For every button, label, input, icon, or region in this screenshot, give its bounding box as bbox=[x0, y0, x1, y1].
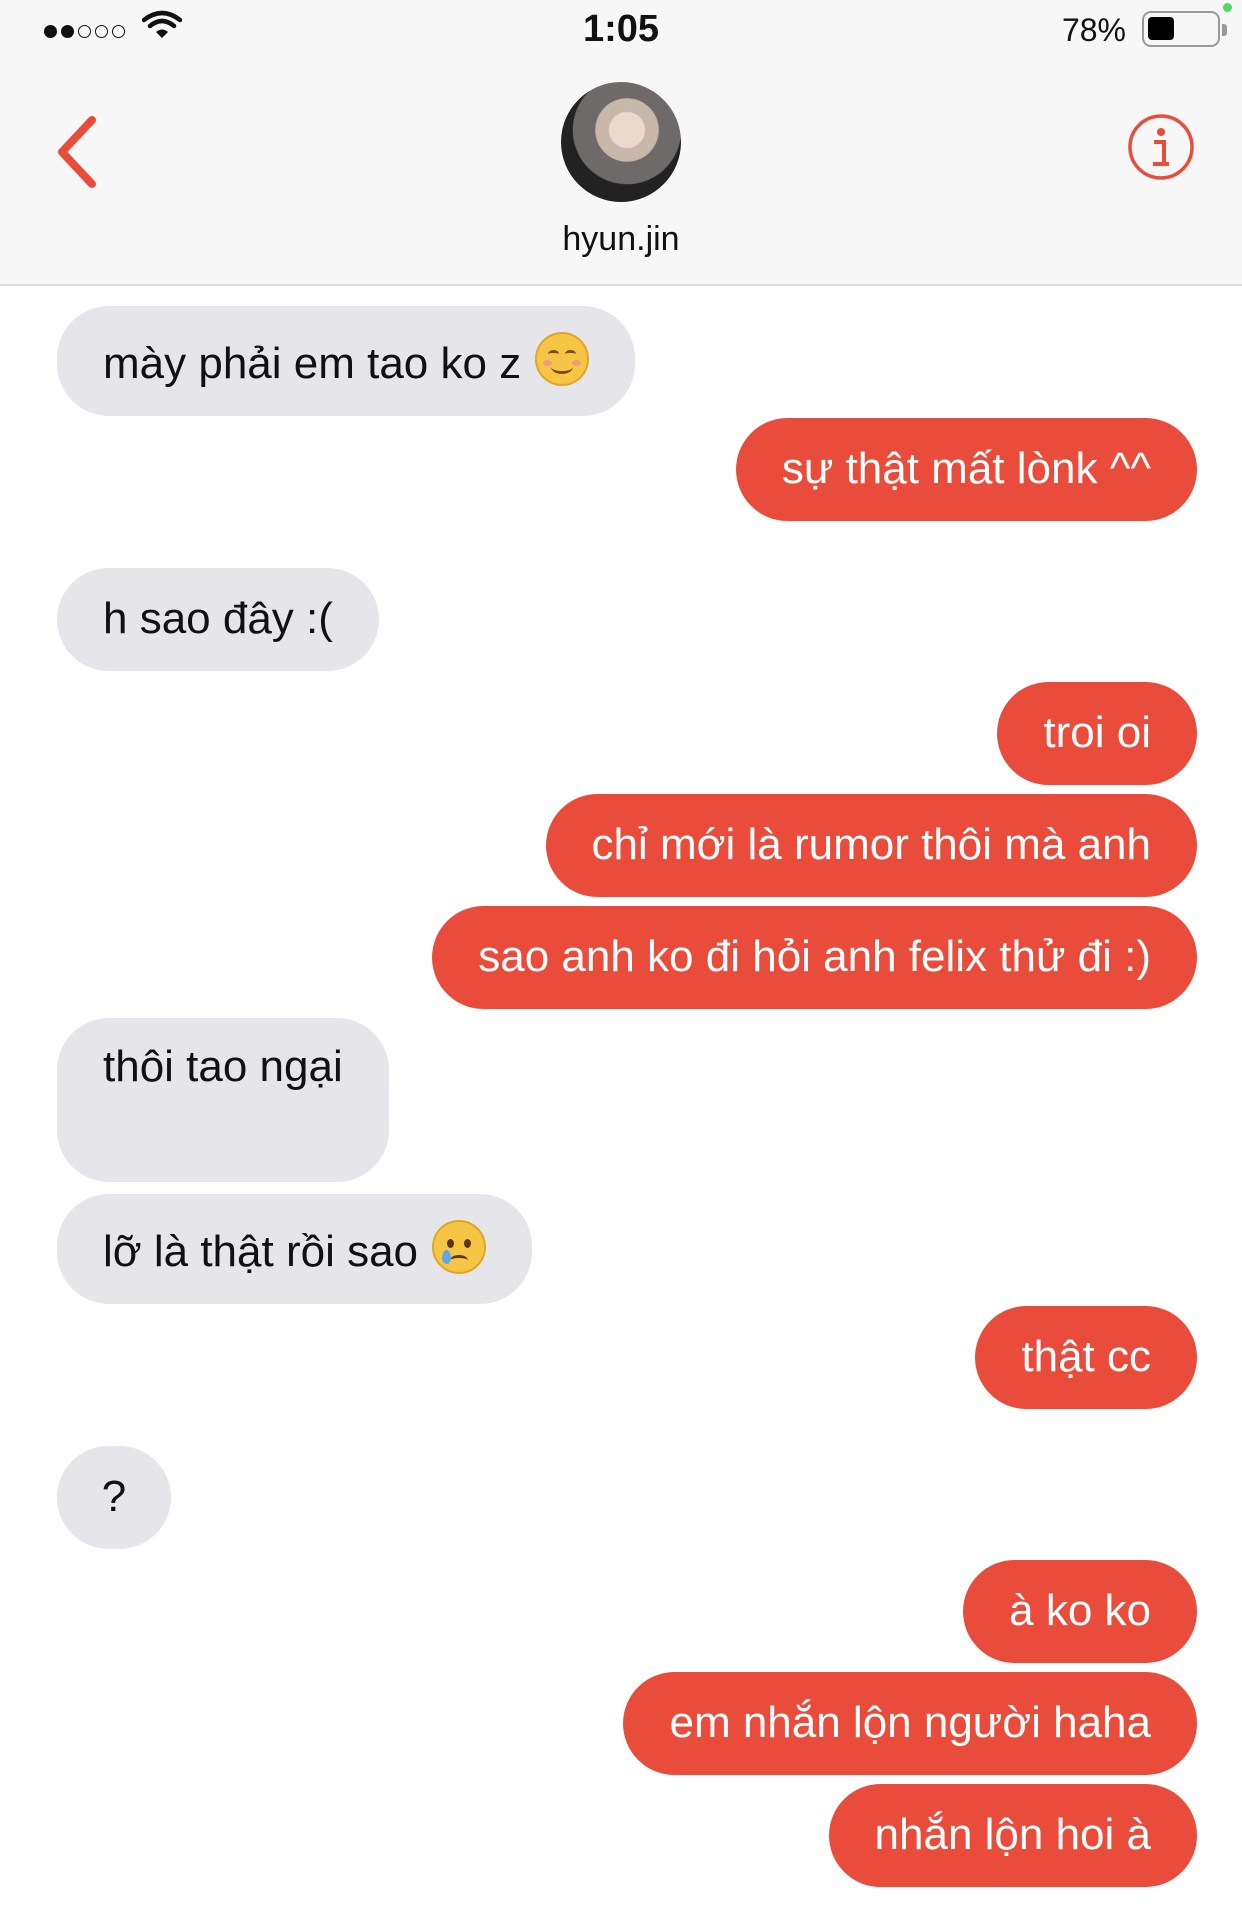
message-list[interactable]: mày phải em tao ko z sự thật mất lònk ^^… bbox=[0, 286, 1242, 1910]
message-text: ? bbox=[101, 1472, 127, 1521]
message-bubble-outgoing[interactable]: em nhắn lộn người haha bbox=[623, 1672, 1197, 1775]
message-bubble-incoming[interactable]: h sao đây :( bbox=[57, 568, 379, 671]
conversation-header: hyun.jin bbox=[0, 60, 1242, 286]
message-text: em nhắn lộn người haha bbox=[669, 1698, 1151, 1747]
message-text: sao anh ko đi hỏi anh felix thử đi :) bbox=[478, 932, 1151, 981]
message-bubble-outgoing[interactable]: troi oi bbox=[997, 682, 1197, 785]
message-bubble-outgoing[interactable]: chỉ mới là rumor thôi mà anh bbox=[545, 794, 1197, 897]
avatar[interactable] bbox=[561, 82, 681, 202]
message-bubble-incoming[interactable]: ? bbox=[57, 1446, 171, 1549]
message-text: thật cc bbox=[1021, 1332, 1151, 1381]
crying-face-icon bbox=[432, 1220, 487, 1274]
message-bubble-incoming[interactable]: lỡ là thật rồi sao bbox=[57, 1194, 533, 1304]
message-text: sự thật mất lònk ^^ bbox=[781, 444, 1151, 493]
smiling-face-icon bbox=[535, 332, 590, 386]
message-bubble-outgoing[interactable]: nhắn lộn hoi à bbox=[828, 1784, 1197, 1887]
chevron-left-icon[interactable] bbox=[48, 112, 108, 192]
message-bubble-incoming[interactable]: thôi tao ngại bbox=[57, 1018, 389, 1182]
message-text: chỉ mới là rumor thôi mà anh bbox=[591, 820, 1152, 869]
message-text: thôi tao ngại bbox=[103, 1042, 343, 1091]
contact-name[interactable]: hyun.jin bbox=[0, 220, 1242, 259]
message-bubble-outgoing[interactable]: thật cc bbox=[975, 1306, 1197, 1409]
charging-indicator bbox=[1223, 3, 1232, 12]
status-bar: 1:05 78% bbox=[0, 0, 1242, 60]
message-bubble-outgoing[interactable]: à ko ko bbox=[963, 1560, 1197, 1663]
message-text: mày phải em tao ko z bbox=[103, 339, 522, 388]
message-text: nhắn lộn hoi à bbox=[874, 1810, 1151, 1859]
info-icon[interactable] bbox=[1126, 112, 1196, 182]
message-text: troi oi bbox=[1043, 708, 1151, 757]
message-text: h sao đây :( bbox=[103, 594, 333, 643]
message-bubble-incoming[interactable]: mày phải em tao ko z bbox=[57, 306, 636, 416]
battery-percent: 78% bbox=[1061, 12, 1126, 48]
battery-icon bbox=[1142, 11, 1227, 47]
status-time: 1:05 bbox=[582, 8, 660, 50]
message-text: à ko ko bbox=[1009, 1586, 1151, 1635]
message-bubble-outgoing[interactable]: sao anh ko đi hỏi anh felix thử đi :) bbox=[432, 906, 1197, 1009]
message-text: lỡ là thật rồi sao bbox=[103, 1227, 419, 1276]
message-bubble-outgoing[interactable]: sự thật mất lònk ^^ bbox=[735, 418, 1197, 521]
